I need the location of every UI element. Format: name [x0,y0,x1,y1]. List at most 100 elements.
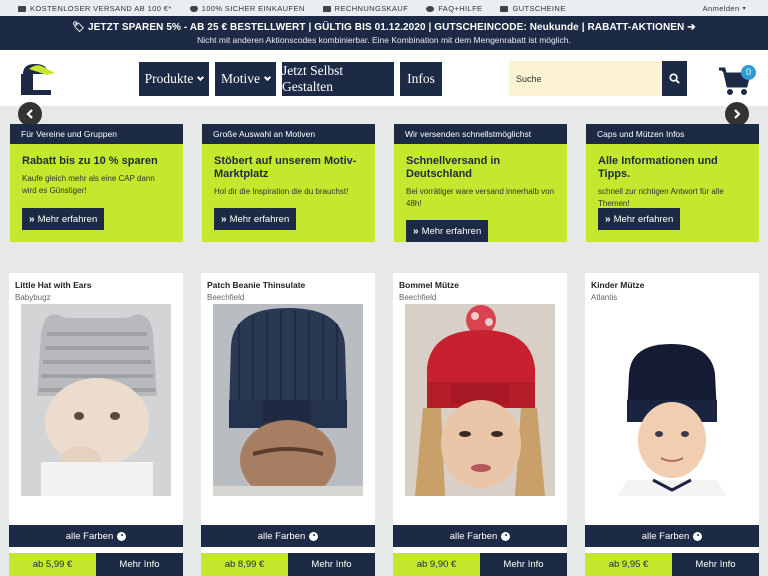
promo-subline: Nicht mit anderen Aktionscodes kombinier… [197,35,571,45]
all-colors-button[interactable]: alle Farben [393,525,567,547]
chevron-right-icon [734,109,741,119]
palette-icon [501,531,511,541]
nav-selbst-gestalten[interactable]: Jetzt Selbst Gestalten [282,62,394,96]
promo-headline-text: JETZT SPAREN 5% - AB 25 € BESTELLWERT | … [87,22,685,33]
palette-icon [117,531,127,541]
product-image[interactable] [597,304,747,496]
promo-card-header: Für Vereine und Gruppen [10,124,183,144]
button-label: alle Farben [257,530,306,542]
nav-label: Produkte [144,71,194,86]
product-image[interactable] [405,304,555,496]
mehr-erfahren-button[interactable]: » Mehr erfahren [406,220,489,242]
tag-icon: 🏷 [72,22,88,33]
product-price: ab 9,90 € [393,553,480,576]
promo-card-title: Stöbert auf unserem Motiv-Marktplatz [214,155,357,180]
chevron-down-icon [197,73,205,81]
chat-icon [426,5,435,12]
carousel-prev-button[interactable] [18,102,42,126]
promo-card-header: Große Auswahl an Motiven [202,124,375,144]
mehr-info-button[interactable]: Mehr Info [480,553,567,576]
button-label: Mehr erfahren [229,213,290,225]
promo-card-desc: Hol dir die Inspiration die du brauchst! [214,187,349,196]
info-item-label: KOSTENLOSER VERSAND AB 100 €* [30,4,172,13]
info-item-label: 100% SICHER EINKAUFEN [201,4,305,13]
double-chevron-right-icon: » [221,213,227,225]
product-card[interactable]: Kinder Mütze Atlantis alle Farben ab 9,9… [585,273,759,576]
promo-card-desc: Bei vorrätiger ware versand innerhalb vo… [406,187,555,208]
info-item-label: FAQ+HILFE [438,4,483,13]
promo-card-motive: Große Auswahl an Motiven Stöbert auf uns… [202,124,375,242]
palette-icon [693,531,703,541]
product-name[interactable]: Little Hat with Ears [9,273,183,290]
shield-icon [189,5,198,12]
promo-card-title: Rabatt bis zu 10 % sparen [22,155,158,167]
info-item-vouchers[interactable]: GUTSCHEINE [500,4,565,13]
all-colors-button[interactable]: alle Farben [585,525,759,547]
info-item-faq[interactable]: FAQ+HILFE [426,4,482,13]
search-button[interactable] [662,61,687,96]
chevron-down-icon: ▾ [742,6,746,12]
info-item-secure[interactable]: 100% SICHER EINKAUFEN [189,4,305,13]
mehr-erfahren-button[interactable]: » Mehr erfahren [214,208,297,230]
info-item-label: GUTSCHEINE [512,4,566,13]
product-name[interactable]: Bommel Mütze [393,273,567,290]
login-dropdown[interactable]: Anmelden ▾ [703,4,746,13]
logo[interactable] [17,60,55,96]
login-label: Anmelden [702,4,740,13]
product-brand: Beechfield [399,293,437,302]
arrow-right-icon: ➔ [684,22,696,33]
promo-card-title: Schnellversand in Deutschland [406,155,501,180]
promo-card-title: Alle Informationen und Tipps. [598,155,718,180]
promo-card-header: Caps und Mützen Infos [586,124,759,144]
nav-label: Infos [407,71,435,86]
carousel-next-button[interactable] [725,102,749,126]
site-header: Produkte Motive Jetzt Selbst Gestalten I… [0,50,768,106]
cart-count-badge: 0 [741,65,756,80]
promo-card-versand: Wir versenden schnellstmöglichst Schnell… [394,124,567,242]
nav-infos[interactable]: Infos [400,62,442,96]
promo-card-vereine: Für Vereine und Gruppen Rabatt bis zu 10… [10,124,183,242]
mehr-info-button[interactable]: Mehr Info [96,553,183,576]
info-item-label: RECHNUNGSKAUF [334,4,409,13]
product-price: ab 9,95 € [585,553,672,576]
product-card[interactable]: Patch Beanie Thinsulate Beechfield alle … [201,273,375,576]
product-image[interactable] [21,304,171,496]
palette-icon [309,531,319,541]
product-price: ab 8,99 € [201,553,288,576]
product-card[interactable]: Little Hat with Ears Babybugz alle Farbe… [9,273,183,576]
button-label: Mehr erfahren [421,225,482,237]
nav-produkte[interactable]: Produkte [139,62,209,96]
promo-banner[interactable]: 🏷 JETZT SPAREN 5% - AB 25 € BESTELLWERT … [0,16,768,50]
chevron-left-icon [26,109,33,119]
search-input[interactable] [509,61,662,96]
product-brand: Babybugz [15,293,51,302]
product-name[interactable]: Patch Beanie Thinsulate [201,273,375,290]
promo-card-infos: Caps und Mützen Infos Alle Informationen… [586,124,759,242]
product-image[interactable] [213,304,363,496]
product-brand: Atlantis [591,293,618,302]
info-item-shipping[interactable]: KOSTENLOSER VERSAND AB 100 €* [18,4,172,13]
promo-headline: 🏷 JETZT SPAREN 5% - AB 25 € BESTELLWERT … [0,22,768,33]
mehr-erfahren-button[interactable]: » Mehr erfahren [598,208,681,230]
double-chevron-right-icon: » [29,213,35,225]
mehr-info-button[interactable]: Mehr Info [672,553,759,576]
info-item-invoice[interactable]: RECHNUNGSKAUF [322,4,409,13]
promo-card-desc: schnell zur richtigen Antwort für alle T… [598,187,724,208]
product-price: ab 5,99 € [9,553,96,576]
mehr-info-button[interactable]: Mehr Info [288,553,375,576]
nav-label: Jetzt Selbst Gestalten [282,63,344,94]
search-icon [669,73,680,84]
button-label: alle Farben [641,530,690,542]
product-card[interactable]: Bommel Mütze Beechfield alle Farben ab 9… [393,273,567,576]
nav-label: Motive [221,71,260,86]
promo-card-desc: Kaufe gleich mehr als eine CAP dann wird… [22,174,155,195]
promo-card-header: Wir versenden schnellstmöglichst [394,124,567,144]
truck-icon [18,5,26,12]
all-colors-button[interactable]: alle Farben [201,525,375,547]
mehr-erfahren-button[interactable]: » Mehr erfahren [22,208,105,230]
button-label: alle Farben [65,530,114,542]
nav-motive[interactable]: Motive [215,62,276,96]
all-colors-button[interactable]: alle Farben [9,525,183,547]
chevron-down-icon [263,73,272,81]
product-name[interactable]: Kinder Mütze [585,273,759,290]
